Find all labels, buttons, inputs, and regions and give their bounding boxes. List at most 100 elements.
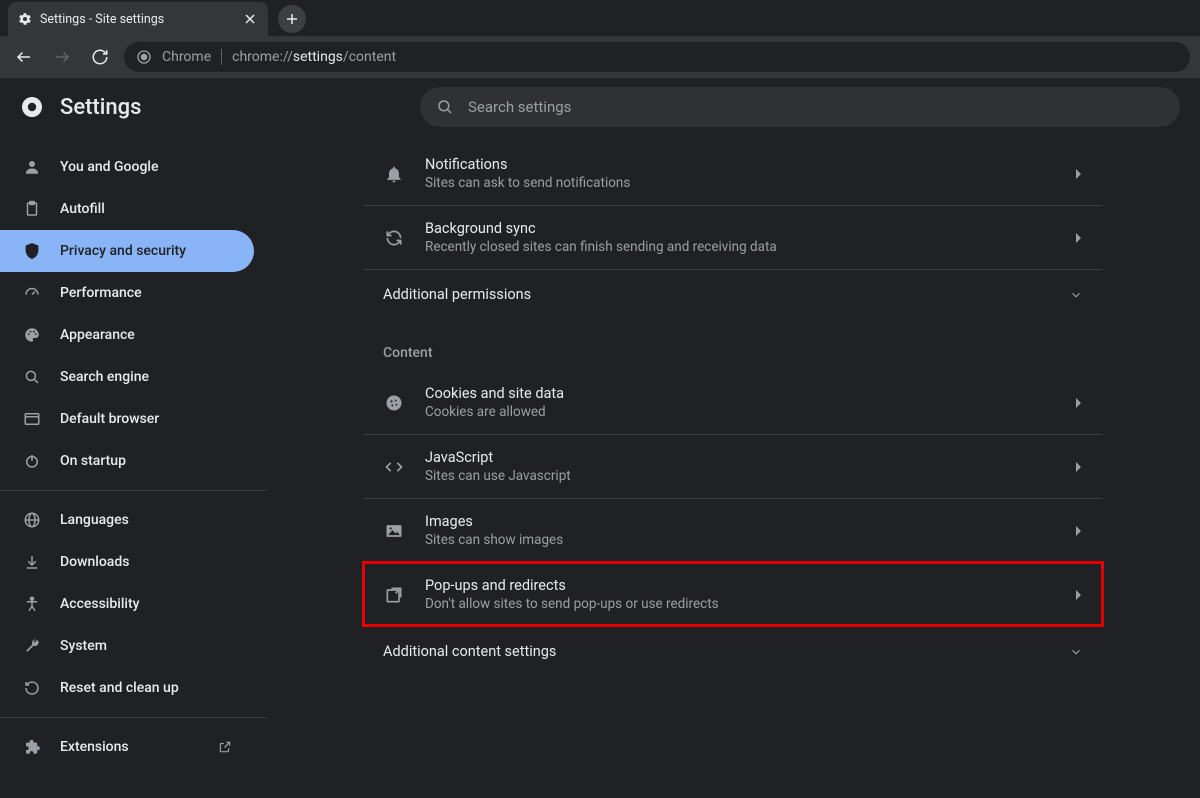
close-tab-button[interactable]	[242, 11, 258, 27]
row-subtitle: Cookies are allowed	[425, 404, 1055, 420]
row-subtitle: Don't allow sites to send pop-ups or use…	[425, 596, 1055, 612]
row-javascript[interactable]: JavaScript Sites can use Javascript	[363, 434, 1103, 498]
bell-icon	[383, 163, 405, 185]
sidebar-item-accessibility[interactable]: Accessibility	[0, 583, 254, 625]
chevron-right-icon	[1075, 232, 1083, 244]
row-title: Cookies and site data	[425, 385, 1055, 402]
row-images[interactable]: Images Sites can show images	[363, 498, 1103, 562]
shield-icon	[22, 241, 42, 261]
row-subtitle: Recently closed sites can finish sending…	[425, 239, 1055, 255]
sidebar-item-default-browser[interactable]: Default browser	[0, 398, 254, 440]
chevron-right-icon	[1075, 461, 1083, 473]
sidebar-item-search-engine[interactable]: Search engine	[0, 356, 254, 398]
chevron-down-icon	[1069, 645, 1083, 659]
row-subtitle: Sites can ask to send notifications	[425, 175, 1055, 191]
url-text: chrome://settings/content	[232, 49, 396, 65]
row-title: Background sync	[425, 220, 1055, 237]
puzzle-icon	[22, 737, 42, 757]
tab-title: Settings - Site settings	[40, 12, 164, 27]
row-popups-redirects[interactable]: Pop-ups and redirects Don't allow sites …	[363, 562, 1103, 626]
back-button[interactable]	[10, 43, 38, 71]
row-cookies[interactable]: Cookies and site data Cookies are allowe…	[363, 371, 1103, 434]
search-icon	[22, 367, 42, 387]
globe-icon	[22, 510, 42, 530]
site-info-label: Chrome	[162, 49, 211, 65]
sidebar-item-label: You and Google	[60, 159, 232, 175]
sidebar-item-label: Performance	[60, 285, 232, 301]
cookie-icon	[383, 392, 405, 414]
search-icon	[436, 98, 454, 116]
palette-icon	[22, 325, 42, 345]
sync-icon	[383, 227, 405, 249]
site-info-icon[interactable]	[136, 49, 152, 65]
sidebar-item-reset[interactable]: Reset and clean up	[0, 667, 254, 709]
code-icon	[383, 456, 405, 478]
search-settings-input[interactable]: Search settings	[420, 87, 1180, 127]
gear-icon	[18, 12, 32, 26]
sidebar-item-downloads[interactable]: Downloads	[0, 541, 254, 583]
sidebar-item-on-startup[interactable]: On startup	[0, 440, 254, 482]
sidebar-item-system[interactable]: System	[0, 625, 254, 667]
sidebar-item-extensions[interactable]: Extensions	[0, 726, 254, 768]
chevron-down-icon	[1069, 288, 1083, 302]
sidebar-item-appearance[interactable]: Appearance	[0, 314, 254, 356]
new-tab-button[interactable]	[278, 5, 306, 33]
restore-icon	[22, 678, 42, 698]
omnibox-divider	[221, 49, 222, 65]
sidebar-item-languages[interactable]: Languages	[0, 499, 254, 541]
sidebar-item-label: Default browser	[60, 411, 232, 427]
browser-window-icon	[22, 409, 42, 429]
sidebar-item-label: Reset and clean up	[60, 680, 232, 696]
section-label-content: Content	[363, 319, 1103, 371]
sidebar-item-autofill[interactable]: Autofill	[0, 188, 254, 230]
speedometer-icon	[22, 283, 42, 303]
settings-sidebar[interactable]: You and Google Autofill Privacy and secu…	[0, 136, 266, 798]
browser-tab[interactable]: Settings - Site settings	[8, 2, 268, 36]
tab-strip: Settings - Site settings	[0, 0, 1200, 36]
sidebar-item-you-and-google[interactable]: You and Google	[0, 146, 254, 188]
sidebar-item-label: Appearance	[60, 327, 232, 343]
sidebar-item-label: Privacy and security	[60, 243, 232, 259]
row-additional-permissions[interactable]: Additional permissions	[363, 269, 1103, 319]
popup-icon	[383, 584, 405, 606]
sidebar-item-label: Autofill	[60, 201, 232, 217]
row-additional-content-settings[interactable]: Additional content settings	[363, 626, 1103, 676]
row-title: Additional content settings	[383, 643, 1069, 660]
row-background-sync[interactable]: Background sync Recently closed sites ca…	[363, 205, 1103, 269]
browser-toolbar: Chrome chrome://settings/content	[0, 36, 1200, 78]
wrench-icon	[22, 636, 42, 656]
sidebar-item-label: System	[60, 638, 232, 654]
power-icon	[22, 451, 42, 471]
settings-header: Settings Search settings	[0, 78, 1200, 136]
chrome-logo-icon	[20, 95, 44, 119]
page-title: Settings	[60, 95, 141, 120]
sidebar-item-label: Search engine	[60, 369, 232, 385]
row-subtitle: Sites can show images	[425, 532, 1055, 548]
chevron-right-icon	[1075, 397, 1083, 409]
chevron-right-icon	[1075, 168, 1083, 180]
sidebar-item-label: Extensions	[60, 739, 200, 755]
settings-content[interactable]: Notifications Sites can ask to send noti…	[266, 136, 1200, 798]
reload-button[interactable]	[86, 43, 114, 71]
sidebar-item-performance[interactable]: Performance	[0, 272, 254, 314]
forward-button[interactable]	[48, 43, 76, 71]
sidebar-item-label: Languages	[60, 512, 232, 528]
external-link-icon	[218, 740, 232, 754]
address-bar[interactable]: Chrome chrome://settings/content	[124, 42, 1190, 72]
accessibility-icon	[22, 594, 42, 614]
chevron-right-icon	[1075, 525, 1083, 537]
row-subtitle: Sites can use Javascript	[425, 468, 1055, 484]
image-icon	[383, 520, 405, 542]
row-title: Images	[425, 513, 1055, 530]
row-title: Additional permissions	[383, 286, 1069, 303]
sidebar-item-privacy-and-security[interactable]: Privacy and security	[0, 230, 254, 272]
sidebar-item-label: On startup	[60, 453, 232, 469]
row-title: JavaScript	[425, 449, 1055, 466]
sidebar-item-label: Downloads	[60, 554, 232, 570]
download-icon	[22, 552, 42, 572]
row-notifications[interactable]: Notifications Sites can ask to send noti…	[363, 142, 1103, 205]
search-placeholder: Search settings	[468, 98, 571, 116]
clipboard-icon	[22, 199, 42, 219]
sidebar-item-label: Accessibility	[60, 596, 232, 612]
settings-page: Settings Search settings You and Google …	[0, 78, 1200, 798]
